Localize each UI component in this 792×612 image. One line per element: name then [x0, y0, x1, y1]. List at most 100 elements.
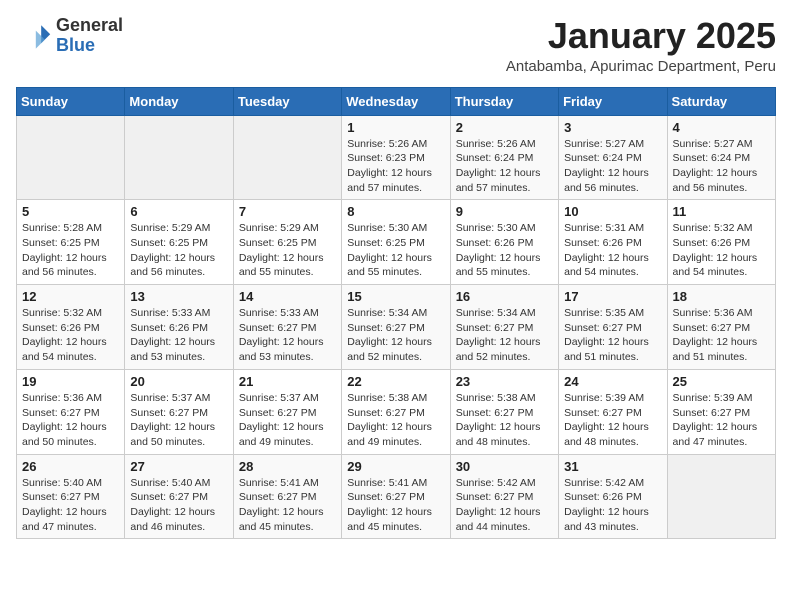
table-row: 6Sunrise: 5:29 AMSunset: 6:25 PMDaylight… [125, 200, 233, 285]
table-row: 17 Sunrise: 5:35 AMSunset: 6:27 PMDayligh… [559, 285, 667, 370]
day-number: 27 [130, 459, 227, 474]
table-row: 24 Sunrise: 5:39 AMSunset: 6:27 PMDayligh… [559, 369, 667, 454]
day-info: Sunrise: 5:27 AMSunset: 6:24 PMDaylight:… [564, 137, 661, 196]
table-row: 25 Sunrise: 5:39 AMSunset: 6:27 PMDayligh… [667, 369, 775, 454]
calendar-table: Sunday Monday Tuesday Wednesday Thursday… [16, 87, 776, 540]
day-number: 17 [564, 289, 661, 304]
calendar-week-row: 12 Sunrise: 5:32 AMSunset: 6:26 PMDayligh… [17, 285, 776, 370]
table-row: 3Sunrise: 5:27 AMSunset: 6:24 PMDaylight… [559, 115, 667, 200]
table-row [667, 454, 775, 539]
day-info: Sunrise: 5:37 AMSunset: 6:27 PMDaylight:… [130, 391, 227, 450]
day-info: Sunrise: 5:40 AMSunset: 6:27 PMDaylight:… [130, 476, 227, 535]
page-header: General Blue January 2025 Antabamba, Apu… [16, 16, 776, 75]
day-info: Sunrise: 5:35 AMSunset: 6:27 PMDaylight:… [564, 306, 661, 365]
day-info: Sunrise: 5:38 AMSunset: 6:27 PMDaylight:… [347, 391, 444, 450]
col-saturday: Saturday [667, 87, 775, 115]
day-number: 1 [347, 120, 444, 135]
calendar-week-row: 5 Sunrise: 5:28 AMSunset: 6:25 PMDaylight… [17, 200, 776, 285]
table-row: 29 Sunrise: 5:41 AMSunset: 6:27 PMDayligh… [342, 454, 450, 539]
day-info: Sunrise: 5:32 AMSunset: 6:26 PMDaylight:… [673, 221, 770, 280]
table-row: 20Sunrise: 5:37 AMSunset: 6:27 PMDayligh… [125, 369, 233, 454]
day-number: 15 [347, 289, 444, 304]
table-row: 22 Sunrise: 5:38 AMSunset: 6:27 PMDayligh… [342, 369, 450, 454]
day-info: Sunrise: 5:38 AMSunset: 6:27 PMDaylight:… [456, 391, 553, 450]
title-block: January 2025 Antabamba, Apurimac Departm… [506, 16, 776, 75]
day-info: Sunrise: 5:39 AMSunset: 6:27 PMDaylight:… [673, 391, 770, 450]
day-number: 2 [456, 120, 553, 135]
logo-blue-text: Blue [56, 35, 95, 55]
day-number: 5 [22, 204, 119, 219]
day-info: Sunrise: 5:30 AMSunset: 6:25 PMDaylight:… [347, 221, 444, 280]
table-row: 31Sunrise: 5:42 AMSunset: 6:26 PMDayligh… [559, 454, 667, 539]
day-number: 7 [239, 204, 336, 219]
day-number: 16 [456, 289, 553, 304]
table-row: 21 Sunrise: 5:37 AMSunset: 6:27 PMDayligh… [233, 369, 341, 454]
day-info: Sunrise: 5:39 AMSunset: 6:27 PMDaylight:… [564, 391, 661, 450]
day-info: Sunrise: 5:29 AMSunset: 6:25 PMDaylight:… [239, 221, 336, 280]
day-info: Sunrise: 5:27 AMSunset: 6:24 PMDaylight:… [673, 137, 770, 196]
table-row: 27 Sunrise: 5:40 AMSunset: 6:27 PMDayligh… [125, 454, 233, 539]
table-row: 12 Sunrise: 5:32 AMSunset: 6:26 PMDayligh… [17, 285, 125, 370]
table-row: 4Sunrise: 5:27 AMSunset: 6:24 PMDaylight… [667, 115, 775, 200]
day-info: Sunrise: 5:31 AMSunset: 6:26 PMDaylight:… [564, 221, 661, 280]
table-row: 8 Sunrise: 5:30 AMSunset: 6:25 PMDaylight… [342, 200, 450, 285]
table-row: 10 Sunrise: 5:31 AMSunset: 6:26 PMDayligh… [559, 200, 667, 285]
col-sunday: Sunday [17, 87, 125, 115]
col-monday: Monday [125, 87, 233, 115]
table-row: 9 Sunrise: 5:30 AMSunset: 6:26 PMDaylight… [450, 200, 558, 285]
table-row: 18 Sunrise: 5:36 AMSunset: 6:27 PMDayligh… [667, 285, 775, 370]
day-number: 29 [347, 459, 444, 474]
calendar-week-row: 26 Sunrise: 5:40 AMSunset: 6:27 PMDayligh… [17, 454, 776, 539]
day-number: 21 [239, 374, 336, 389]
day-number: 24 [564, 374, 661, 389]
day-number: 19 [22, 374, 119, 389]
col-wednesday: Wednesday [342, 87, 450, 115]
table-row [125, 115, 233, 200]
day-number: 22 [347, 374, 444, 389]
day-number: 12 [22, 289, 119, 304]
day-info: Sunrise: 5:41 AMSunset: 6:27 PMDaylight:… [239, 476, 336, 535]
day-number: 23 [456, 374, 553, 389]
day-info: Sunrise: 5:33 AMSunset: 6:26 PMDaylight:… [130, 306, 227, 365]
table-row: 11Sunrise: 5:32 AMSunset: 6:26 PMDayligh… [667, 200, 775, 285]
day-number: 26 [22, 459, 119, 474]
col-tuesday: Tuesday [233, 87, 341, 115]
table-row: 30 Sunrise: 5:42 AMSunset: 6:27 PMDayligh… [450, 454, 558, 539]
table-row: 26 Sunrise: 5:40 AMSunset: 6:27 PMDayligh… [17, 454, 125, 539]
table-row: 14 Sunrise: 5:33 AMSunset: 6:27 PMDayligh… [233, 285, 341, 370]
day-info: Sunrise: 5:37 AMSunset: 6:27 PMDaylight:… [239, 391, 336, 450]
day-number: 9 [456, 204, 553, 219]
table-row [233, 115, 341, 200]
calendar-header-row: Sunday Monday Tuesday Wednesday Thursday… [17, 87, 776, 115]
day-info: Sunrise: 5:40 AMSunset: 6:27 PMDaylight:… [22, 476, 119, 535]
day-number: 10 [564, 204, 661, 219]
col-thursday: Thursday [450, 87, 558, 115]
day-number: 30 [456, 459, 553, 474]
day-info: Sunrise: 5:36 AMSunset: 6:27 PMDaylight:… [673, 306, 770, 365]
logo-icon [16, 18, 52, 54]
day-info: Sunrise: 5:32 AMSunset: 6:26 PMDaylight:… [22, 306, 119, 365]
col-friday: Friday [559, 87, 667, 115]
calendar-week-row: 19 Sunrise: 5:36 AMSunset: 6:27 PMDayligh… [17, 369, 776, 454]
day-info: Sunrise: 5:42 AMSunset: 6:26 PMDaylight:… [564, 476, 661, 535]
day-number: 13 [130, 289, 227, 304]
day-info: Sunrise: 5:28 AMSunset: 6:25 PMDaylight:… [22, 221, 119, 280]
day-info: Sunrise: 5:41 AMSunset: 6:27 PMDaylight:… [347, 476, 444, 535]
table-row [17, 115, 125, 200]
day-info: Sunrise: 5:36 AMSunset: 6:27 PMDaylight:… [22, 391, 119, 450]
day-info: Sunrise: 5:42 AMSunset: 6:27 PMDaylight:… [456, 476, 553, 535]
logo: General Blue [16, 16, 123, 56]
table-row: 28Sunrise: 5:41 AMSunset: 6:27 PMDayligh… [233, 454, 341, 539]
day-info: Sunrise: 5:33 AMSunset: 6:27 PMDaylight:… [239, 306, 336, 365]
day-info: Sunrise: 5:26 AMSunset: 6:24 PMDaylight:… [456, 137, 553, 196]
table-row: 13 Sunrise: 5:33 AMSunset: 6:26 PMDayligh… [125, 285, 233, 370]
day-info: Sunrise: 5:26 AMSunset: 6:23 PMDaylight:… [347, 137, 444, 196]
table-row: 16Sunrise: 5:34 AMSunset: 6:27 PMDayligh… [450, 285, 558, 370]
location-subtitle: Antabamba, Apurimac Department, Peru [506, 58, 776, 75]
day-number: 14 [239, 289, 336, 304]
day-info: Sunrise: 5:30 AMSunset: 6:26 PMDaylight:… [456, 221, 553, 280]
day-info: Sunrise: 5:29 AMSunset: 6:25 PMDaylight:… [130, 221, 227, 280]
day-number: 8 [347, 204, 444, 219]
day-number: 25 [673, 374, 770, 389]
day-number: 18 [673, 289, 770, 304]
